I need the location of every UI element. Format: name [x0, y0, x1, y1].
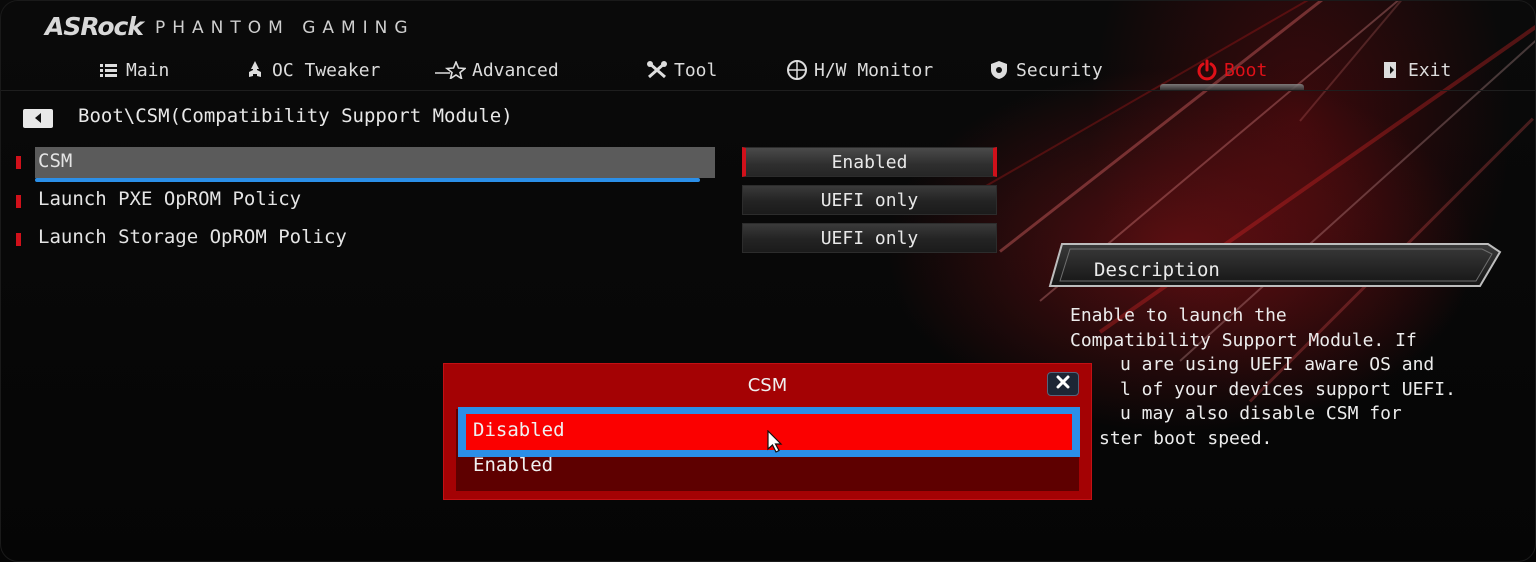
tab-main-label: Main — [126, 59, 170, 81]
setting-row-storage-oprom[interactable]: Launch Storage OpROM Policy — [0, 224, 720, 256]
star-icon — [434, 59, 466, 81]
logo-brand: ASRock — [45, 11, 144, 41]
tab-security-label: Security — [1016, 59, 1103, 81]
description-line: l of your devices support UEFI. — [1120, 378, 1456, 400]
tab-hw-monitor[interactable]: H/W Monitor — [786, 56, 933, 84]
description-line: Compatibility Support Module. If — [1070, 329, 1417, 351]
list-icon — [98, 59, 120, 81]
storage-oprom-value-button[interactable]: UEFI only — [742, 223, 997, 253]
power-icon — [1196, 59, 1218, 81]
row-marker — [16, 156, 21, 169]
tab-security[interactable]: Security — [988, 56, 1103, 84]
tab-boot[interactable]: Boot — [1196, 56, 1267, 84]
tab-boot-label: Boot — [1224, 59, 1268, 81]
tab-exit[interactable]: Exit — [1380, 56, 1451, 84]
shield-icon — [988, 59, 1010, 81]
close-icon — [1055, 374, 1071, 394]
tab-exit-label: Exit — [1408, 59, 1452, 81]
row-marker — [16, 233, 21, 246]
option-disabled[interactable]: Disabled — [473, 419, 565, 441]
mouse-pointer-icon — [767, 429, 785, 458]
setting-label: Launch Storage OpROM Policy — [38, 226, 347, 248]
description-line: u are using UEFI aware OS and — [1120, 354, 1435, 376]
nav-divider — [0, 90, 1536, 91]
option-enabled[interactable]: Enabled — [473, 454, 553, 476]
tab-hw-monitor-label: H/W Monitor — [814, 59, 934, 81]
description-line: ster boot speed. — [1099, 427, 1273, 449]
tools-icon — [646, 59, 668, 81]
focus-underline — [35, 178, 700, 182]
tab-oc-tweaker[interactable]: OC Tweaker — [244, 56, 380, 84]
setting-label: Launch PXE OpROM Policy — [38, 188, 302, 210]
logo-subtitle: PHANTOM GAMING — [154, 18, 415, 38]
pxe-oprom-value-button[interactable]: UEFI only — [742, 185, 997, 215]
description-title: Description — [1094, 259, 1220, 281]
close-button[interactable] — [1047, 372, 1079, 396]
tab-tool-label: Tool — [674, 59, 718, 81]
row-highlight — [35, 147, 715, 178]
dialog-title: CSM — [747, 375, 788, 396]
breadcrumb: Boot\CSM(Compatibility Support Module) — [78, 105, 513, 127]
tab-advanced[interactable]: Advanced — [434, 56, 559, 84]
back-button[interactable] — [23, 109, 53, 128]
tab-advanced-label: Advanced — [472, 59, 559, 81]
tab-main[interactable]: Main — [98, 56, 169, 84]
back-arrow-icon — [33, 109, 43, 128]
csm-value-button[interactable]: Enabled — [742, 147, 997, 177]
setting-row-csm[interactable]: CSM — [0, 147, 720, 182]
tab-oc-tweaker-label: OC Tweaker — [272, 59, 381, 81]
asrock-logo: ASRock PHANTOM GAMING — [45, 11, 415, 41]
exit-icon — [1380, 59, 1402, 81]
setting-label: CSM — [38, 150, 73, 172]
tab-tool[interactable]: Tool — [646, 56, 717, 84]
main-nav: Main OC Tweaker Advanced Tool H/W Monito… — [0, 56, 1536, 84]
description-line: Enable to launch the — [1070, 305, 1287, 326]
setting-row-pxe-oprom[interactable]: Launch PXE OpROM Policy — [0, 186, 720, 218]
description-text: Enable to launch the Compatibility Suppor… — [1070, 304, 1520, 452]
description-line: u may also disable CSM for — [1120, 403, 1402, 425]
row-marker — [16, 195, 21, 208]
monitor-icon — [786, 59, 808, 81]
rocket-icon — [244, 59, 266, 81]
